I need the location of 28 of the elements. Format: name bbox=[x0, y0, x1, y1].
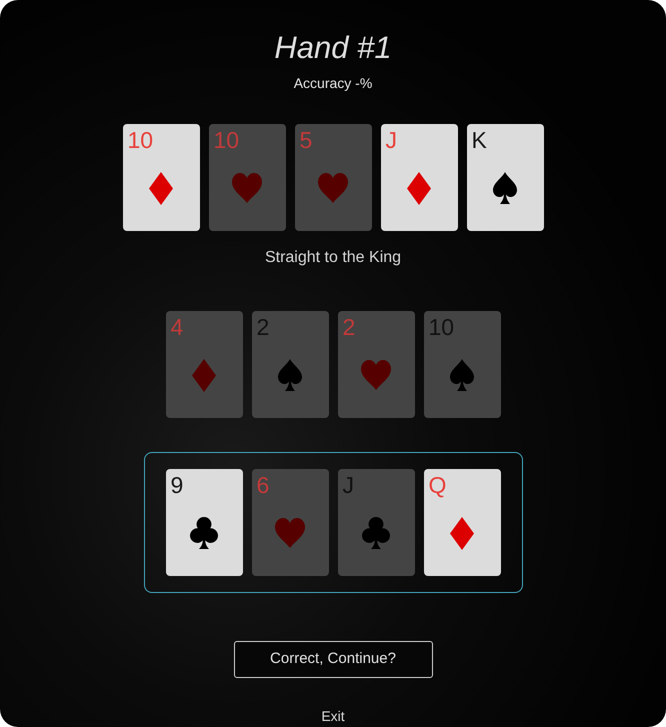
card-rank: 9 bbox=[170, 473, 184, 497]
continue-button[interactable]: Correct, Continue? bbox=[234, 641, 432, 678]
card-rank: Q bbox=[428, 473, 446, 497]
accuracy-label: Accuracy -% bbox=[294, 74, 372, 93]
spade-icon bbox=[450, 359, 474, 391]
heart-icon bbox=[275, 518, 305, 548]
diamond-icon bbox=[450, 516, 474, 550]
heart-icon bbox=[318, 173, 348, 203]
diamond-icon bbox=[407, 172, 431, 204]
spade-icon bbox=[493, 172, 517, 204]
diamond-icon bbox=[149, 172, 173, 204]
card-rank: K bbox=[472, 128, 487, 152]
card-rank: J bbox=[386, 128, 397, 152]
heart-icon bbox=[232, 173, 262, 203]
exit-link[interactable]: Exit bbox=[321, 708, 345, 724]
card-rank: 10 bbox=[214, 128, 240, 152]
diamond-icon bbox=[192, 358, 216, 392]
club-icon bbox=[360, 517, 392, 549]
card-rank: 4 bbox=[170, 315, 184, 339]
hand-title: Hand #1 bbox=[274, 29, 392, 67]
card-rank: 6 bbox=[256, 473, 270, 497]
heart-icon bbox=[361, 360, 391, 390]
hand-rank-label: Straight to the King bbox=[264, 248, 402, 268]
spade-icon bbox=[278, 359, 302, 391]
card-rank: 5 bbox=[300, 128, 312, 152]
card-rank: 2 bbox=[342, 315, 356, 339]
club-icon bbox=[188, 517, 220, 549]
card-rank: 10 bbox=[128, 128, 154, 152]
